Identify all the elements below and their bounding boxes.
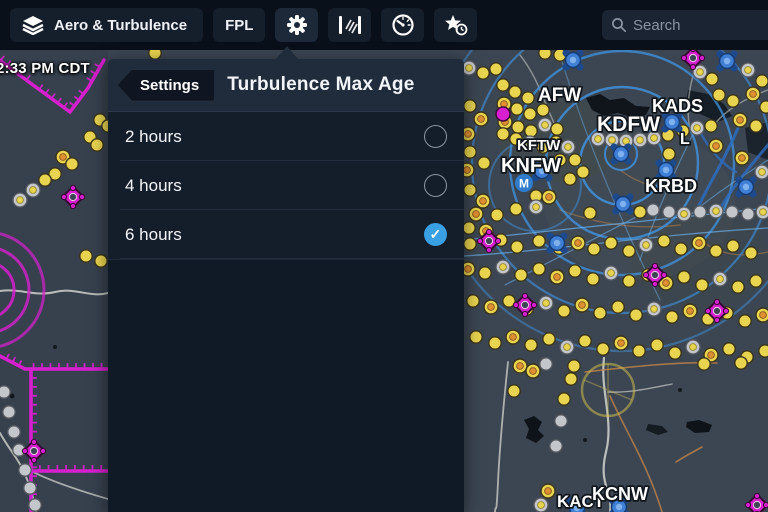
airport-icon xyxy=(616,197,631,212)
airport-icon xyxy=(665,115,680,130)
toolbar: Aero & Turbulence FPL xyxy=(0,0,768,50)
fpl-button-label: FPL xyxy=(225,17,253,34)
settings-back-button[interactable]: Settings xyxy=(118,70,214,101)
settings-gear-button[interactable] xyxy=(275,8,318,42)
map-label: AFW xyxy=(538,85,581,106)
turbulence-icon xyxy=(337,13,363,37)
option-row-4-hours[interactable]: 4 hours xyxy=(108,161,464,210)
app-window: M AFWKADSKDFWKFTWKNFWLKRBDKACTKCNW 2:33 … xyxy=(0,0,768,512)
panel-empty-area xyxy=(108,259,464,512)
gauge-icon xyxy=(391,13,415,37)
airport-icon xyxy=(720,54,735,69)
map-label: KRBD xyxy=(645,176,697,196)
map-time-label: 2:33 PM CDT xyxy=(0,60,90,77)
settings-panel: Settings Turbulence Max Age 2 hours 4 ho… xyxy=(108,59,464,512)
gauge-button[interactable] xyxy=(381,8,424,42)
radio-2-hours[interactable] xyxy=(424,125,447,148)
map-label: L xyxy=(680,131,690,148)
svg-text:M: M xyxy=(519,177,529,191)
airport-icon xyxy=(614,147,629,162)
fpl-button[interactable]: FPL xyxy=(213,8,265,42)
panel-header: Settings Turbulence Max Age xyxy=(108,59,464,112)
favorites-recent-button[interactable] xyxy=(434,8,477,42)
option-label: 6 hours xyxy=(125,225,182,245)
option-label: 4 hours xyxy=(125,176,182,196)
radio-6-hours[interactable] xyxy=(424,223,447,246)
option-row-6-hours[interactable]: 6 hours xyxy=(108,210,464,259)
map-label: KDFW xyxy=(597,113,660,136)
search-input[interactable] xyxy=(602,10,768,40)
layers-button[interactable]: Aero & Turbulence xyxy=(10,8,203,42)
layers-button-label: Aero & Turbulence xyxy=(54,17,187,34)
airport-icon xyxy=(739,180,754,195)
map-label: KCNW xyxy=(592,484,648,504)
option-row-2-hours[interactable]: 2 hours xyxy=(108,112,464,161)
map-label: KNFW xyxy=(501,155,561,177)
option-label: 2 hours xyxy=(125,127,182,147)
radio-4-hours[interactable] xyxy=(424,174,447,197)
panel-title: Turbulence Max Age xyxy=(227,74,414,96)
settings-back-label: Settings xyxy=(140,77,199,94)
panel-pointer xyxy=(276,46,298,59)
turbulence-layer-button[interactable] xyxy=(328,8,371,42)
airport-icon xyxy=(550,236,565,251)
gear-icon xyxy=(285,13,309,37)
map-label: KFTW xyxy=(517,137,561,154)
search-box[interactable] xyxy=(602,10,768,40)
airport-icon xyxy=(566,53,581,68)
layers-icon xyxy=(22,15,44,35)
star-clock-icon xyxy=(443,13,469,37)
